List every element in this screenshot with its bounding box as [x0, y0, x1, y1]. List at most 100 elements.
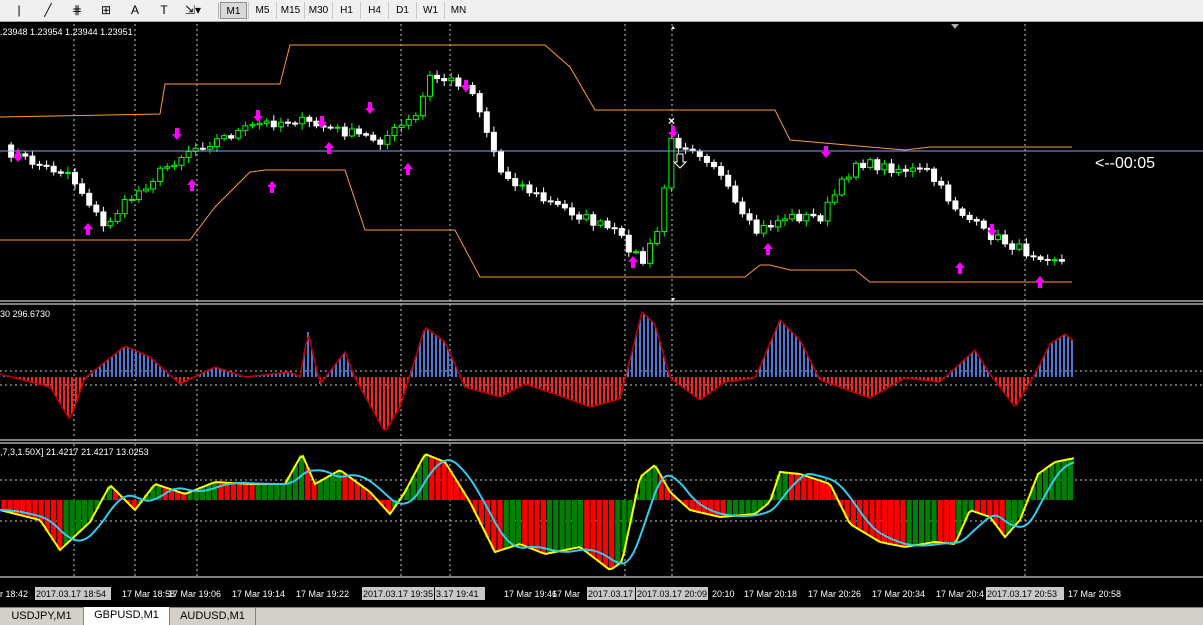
shift-marker-icon	[951, 24, 959, 29]
candle-body	[384, 135, 391, 145]
candle-body	[838, 178, 845, 196]
candle-body	[292, 122, 299, 125]
buy-arrow-icon	[187, 179, 197, 191]
timeframe-h4-button[interactable]: H4	[360, 2, 388, 19]
arrow-shape	[955, 262, 965, 274]
candle-body	[100, 211, 107, 227]
arrow-shape	[267, 181, 277, 193]
toolbar-separator	[218, 3, 219, 19]
fibonacci-fan-icon[interactable]: ⊞	[95, 2, 117, 19]
chart-window[interactable]: × .23948 1.23954 1.23944 1.23951 30 296.67…	[0, 22, 1203, 608]
osc2-bar	[44, 500, 50, 532]
chart-toolbar: | ╱ ⋕ ⊞ A T ⇲▾ M1 M5 M15 M30 H1 H4 D1 W1 MN	[0, 0, 1203, 22]
tab-audusd-m1[interactable]: AUDUSD,M1	[170, 608, 256, 625]
tab-usdjpy-m1[interactable]: USDJPY,M1	[0, 608, 84, 625]
time-axis-label: 17 Mar 19:06	[168, 589, 221, 599]
candle-body	[469, 85, 476, 95]
timeframe-m15-button[interactable]: M15	[276, 2, 304, 19]
arrows-icon[interactable]: ⇲▾	[182, 2, 204, 19]
candle-body	[512, 178, 519, 187]
osc2-bar	[943, 500, 949, 544]
candle-body	[150, 180, 157, 190]
candle-body	[931, 168, 938, 182]
candle-body	[611, 227, 618, 230]
candle-body	[242, 125, 249, 131]
candle-body	[79, 183, 86, 194]
time-axis-highlight-label: 2017.03.17 20:53	[987, 589, 1057, 599]
candle-body	[867, 159, 874, 168]
chart-canvas[interactable]: × .23948 1.23954 1.23944 1.23951 30 296.67…	[0, 22, 1203, 608]
buy-arrow-icon	[403, 163, 413, 175]
osc2-bar	[807, 477, 813, 500]
candle-body	[228, 135, 235, 139]
candle-body	[419, 95, 426, 117]
candle-body	[995, 234, 1001, 241]
osc2-bar	[317, 481, 323, 500]
osc2-bar	[268, 484, 274, 500]
buy-arrow-icon	[1035, 276, 1045, 288]
candle-body	[107, 220, 114, 227]
candle-body	[1030, 255, 1037, 258]
trend-line-icon[interactable]: ╱	[37, 2, 59, 19]
timeframe-m30-button[interactable]: M30	[304, 2, 332, 19]
osc2-bar	[974, 500, 980, 513]
osc2-bar	[937, 500, 943, 543]
sell-arrow-icon	[461, 80, 471, 92]
candle-body	[1016, 243, 1023, 250]
candle-body	[263, 120, 270, 124]
candle-body	[739, 201, 746, 215]
candle-body	[391, 126, 398, 137]
osc2-bar	[69, 500, 75, 539]
candle-body	[427, 74, 433, 97]
candle-body	[370, 134, 377, 141]
symbol-tab-bar: USDJPY,M1 GBPUSD,M1 AUDUSD,M1	[0, 607, 1203, 625]
arrow-shape	[763, 243, 773, 255]
timeframe-m5-button[interactable]: M5	[248, 2, 276, 19]
candle-body	[675, 137, 682, 149]
open-arrow-icon	[672, 153, 688, 169]
osc2-bar	[950, 500, 956, 544]
osc2-bar	[553, 500, 559, 552]
osc2-bar	[590, 500, 596, 557]
candle-body	[632, 251, 639, 254]
candle-body	[576, 214, 583, 220]
candle-body	[824, 201, 831, 222]
time-axis-label: 17 Mar 20:26	[808, 589, 861, 599]
tab-gbpusd-m1[interactable]: GBPUSD,M1	[84, 607, 170, 625]
osc2-bar	[336, 470, 342, 500]
osc2-bar	[497, 500, 503, 551]
candle-body	[533, 192, 540, 195]
osc2-bar	[968, 500, 974, 511]
osc2-bar	[255, 484, 261, 500]
timeframe-h1-button[interactable]: H1	[332, 2, 360, 19]
candle-body	[490, 131, 497, 153]
buy-arrow-icon	[83, 223, 93, 235]
candle-body	[43, 164, 50, 167]
vertical-line-icon[interactable]: |	[8, 2, 30, 19]
osc2-bar	[726, 500, 732, 517]
candle-body	[590, 214, 597, 226]
candle-body	[348, 128, 355, 137]
candle-body	[526, 184, 533, 194]
timeframe-w1-button[interactable]: W1	[416, 2, 444, 19]
osc2-bar	[516, 500, 522, 545]
timeframe-m1-button[interactable]: M1	[220, 2, 247, 19]
timeframe-mn-button[interactable]: MN	[444, 2, 472, 19]
candle-body	[732, 185, 739, 203]
osc1-histogram	[3, 313, 1073, 431]
candle-body	[377, 139, 384, 145]
osc2-bar	[813, 479, 819, 500]
time-axis-label: 17 Mar 19:14	[232, 589, 285, 599]
candle-body	[640, 251, 646, 264]
fibonacci-icon[interactable]: ⋕	[66, 2, 88, 19]
timeframe-d1-button[interactable]: D1	[388, 2, 416, 19]
osc2-bar	[795, 473, 801, 500]
candle-body	[597, 220, 604, 226]
candle-body	[50, 165, 57, 173]
candle-body	[945, 184, 952, 202]
candle-body	[327, 126, 334, 129]
candle-body	[661, 187, 668, 233]
candle-body	[711, 161, 717, 168]
text-icon[interactable]: A	[124, 2, 146, 19]
text-label-icon[interactable]: T	[153, 2, 175, 19]
